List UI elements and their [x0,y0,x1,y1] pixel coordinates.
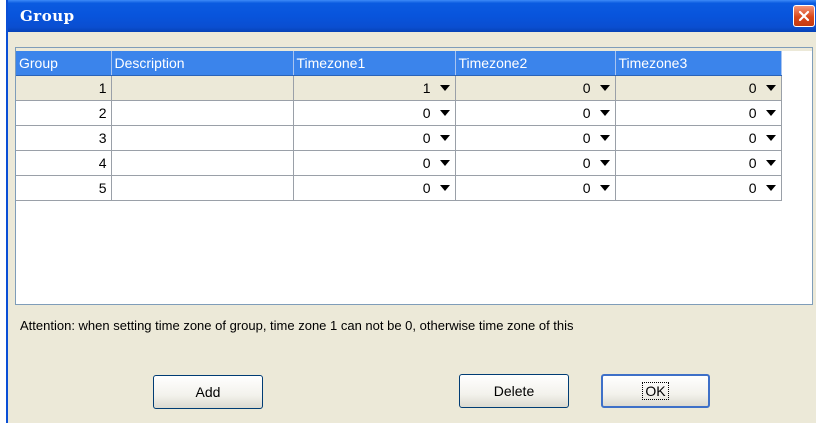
column-header-timezone2[interactable]: Timezone2 [455,51,616,76]
group-cell[interactable]: 2 [16,100,112,126]
timezone3-select[interactable]: 0 [615,100,782,126]
timezone2-select[interactable]: 0 [455,100,616,126]
group-grid[interactable]: Group Description Timezone1 Timezone2 Ti… [15,47,813,305]
timezone2-value: 0 [582,180,591,196]
dropdown-arrow-icon[interactable] [435,152,455,174]
timezone3-value: 0 [748,80,757,96]
window-title: Group [20,7,75,25]
dropdown-arrow-icon[interactable] [595,127,615,149]
dropdown-arrow-icon[interactable] [595,152,615,174]
timezone2-select[interactable]: 0 [455,75,616,101]
close-icon [798,10,810,22]
delete-button-label: Delete [493,383,535,399]
timezone1-value: 1 [422,80,431,96]
column-header-group[interactable]: Group [16,51,112,76]
description-cell[interactable] [111,75,294,101]
dropdown-arrow-icon[interactable] [435,77,455,99]
dropdown-arrow-icon[interactable] [595,177,615,199]
dropdown-arrow-icon[interactable] [595,77,615,99]
table-row[interactable]: 1 1 0 0 [16,75,782,101]
column-header-timezone1[interactable]: Timezone1 [293,51,456,76]
table-row[interactable]: 3 0 0 0 [16,125,782,151]
add-button[interactable]: Add [153,375,263,409]
dropdown-arrow-icon[interactable] [435,177,455,199]
group-table: Group Description Timezone1 Timezone2 Ti… [16,51,782,201]
table-row[interactable]: 5 0 0 0 [16,175,782,201]
timezone3-select[interactable]: 0 [615,125,782,151]
column-header-timezone3[interactable]: Timezone3 [615,51,782,76]
timezone3-select[interactable]: 0 [615,175,782,201]
close-button[interactable] [793,5,815,27]
dropdown-arrow-icon[interactable] [761,152,781,174]
group-cell[interactable]: 5 [16,175,112,201]
timezone2-value: 0 [582,80,591,96]
timezone2-value: 0 [582,105,591,121]
description-cell[interactable] [111,150,294,176]
timezone3-value: 0 [748,105,757,121]
timezone3-select[interactable]: 0 [615,150,782,176]
group-cell[interactable]: 1 [16,75,112,101]
timezone2-select[interactable]: 0 [455,125,616,151]
timezone1-select[interactable]: 0 [293,175,456,201]
ok-button-label: OK [642,382,669,400]
title-bar[interactable]: Group [8,0,816,32]
table-row[interactable]: 2 0 0 0 [16,100,782,126]
add-button-label: Add [195,384,221,400]
column-header-description[interactable]: Description [111,51,294,76]
timezone1-value: 0 [422,155,431,171]
timezone2-value: 0 [582,130,591,146]
dropdown-arrow-icon[interactable] [761,177,781,199]
attention-text: Attention: when setting time zone of gro… [20,318,574,333]
description-cell[interactable] [111,125,294,151]
dropdown-arrow-icon[interactable] [435,127,455,149]
dropdown-arrow-icon[interactable] [761,77,781,99]
timezone1-value: 0 [422,105,431,121]
description-cell[interactable] [111,175,294,201]
dropdown-arrow-icon[interactable] [761,127,781,149]
group-cell[interactable]: 4 [16,150,112,176]
timezone3-value: 0 [748,130,757,146]
timezone1-select[interactable]: 1 [293,75,456,101]
timezone2-select[interactable]: 0 [455,175,616,201]
dropdown-arrow-icon[interactable] [435,102,455,124]
group-cell[interactable]: 3 [16,125,112,151]
description-cell[interactable] [111,100,294,126]
group-dialog: Group Group Description Timezone1 Timezo… [6,0,816,423]
dropdown-arrow-icon[interactable] [761,102,781,124]
table-header-row: Group Description Timezone1 Timezone2 Ti… [16,51,782,76]
timezone3-select[interactable]: 0 [615,75,782,101]
timezone2-select[interactable]: 0 [455,150,616,176]
dropdown-arrow-icon[interactable] [595,102,615,124]
timezone1-select[interactable]: 0 [293,100,456,126]
timezone2-value: 0 [582,155,591,171]
timezone3-value: 0 [748,155,757,171]
timezone1-value: 0 [422,180,431,196]
delete-button[interactable]: Delete [459,374,569,408]
timezone3-value: 0 [748,180,757,196]
ok-button[interactable]: OK [601,374,710,408]
table-row[interactable]: 4 0 0 0 [16,150,782,176]
timezone1-value: 0 [422,130,431,146]
timezone1-select[interactable]: 0 [293,125,456,151]
timezone1-select[interactable]: 0 [293,150,456,176]
